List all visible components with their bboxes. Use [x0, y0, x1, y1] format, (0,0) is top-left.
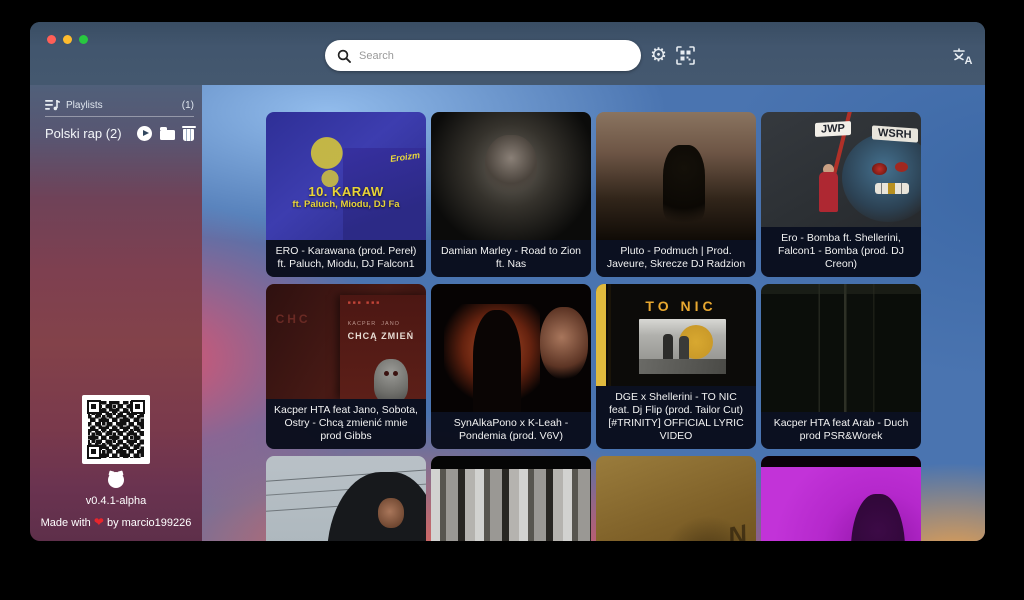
video-card[interactable]: SynAlkaPono x K-Leah - Pondemia (prod. V…: [431, 284, 591, 449]
close-window-button[interactable]: [47, 35, 56, 44]
playlists-label: Playlists: [66, 100, 176, 111]
video-grid: Eroizm 10. KARAW ft. Paluch, Miodu, DJ F…: [266, 112, 921, 541]
video-thumbnail[interactable]: [431, 456, 591, 541]
video-thumbnail[interactable]: CHC ■■■ ■■■ KACPER JANO CHCĄ ZMIEŃ: [266, 284, 426, 399]
video-thumbnail[interactable]: [431, 112, 591, 240]
video-card[interactable]: Eroizm 10. KARAW ft. Paluch, Miodu, DJ F…: [266, 112, 426, 277]
video-title: Kacper HTA feat Jano, Sobota, Ostry - Ch…: [266, 399, 426, 449]
video-title: SynAlkaPono x K-Leah - Pondemia (prod. V…: [431, 412, 591, 449]
video-thumbnail[interactable]: JWP WSRH: [761, 112, 921, 227]
playlists-header: Playlists (1): [45, 99, 194, 117]
video-thumbnail[interactable]: [266, 456, 426, 541]
video-card[interactable]: [266, 456, 426, 541]
open-folder-button[interactable]: [160, 130, 175, 140]
qr-scan-icon: [676, 46, 695, 65]
titlebar: ⚙: [30, 22, 985, 85]
video-card[interactable]: [431, 456, 591, 541]
video-grid-area: Eroizm 10. KARAW ft. Paluch, Miodu, DJ F…: [202, 85, 985, 541]
language-switcher-button[interactable]: A: [952, 47, 974, 72]
app-window: ⚙: [30, 22, 985, 541]
video-title: DGE x Shellerini - TO NIC feat. Dj Flip …: [596, 386, 756, 449]
window-controls: [47, 35, 88, 44]
video-card[interactable]: TO NIC DGE x Shellerini - TO NIC feat. D…: [596, 284, 756, 449]
video-thumbnail[interactable]: TO NIC: [596, 284, 756, 386]
playlist-item[interactable]: Polski rap (2): [45, 126, 194, 141]
translate-icon: A: [952, 47, 974, 67]
playlist-icon: [45, 99, 60, 111]
heart-icon: ❤: [94, 515, 104, 529]
qr-scan-button[interactable]: [676, 46, 695, 65]
video-card[interactable]: CHC ■■■ ■■■ KACPER JANO CHCĄ ZMIEŃ Kacpe…: [266, 284, 426, 449]
video-title: Ero - Bomba ft. Shellerini, Falcon1 - Bo…: [761, 227, 921, 277]
video-title: Kacper HTA feat Arab - Duch prod PSR&Wor…: [761, 412, 921, 449]
credit-line: Made with ❤ by marcio199226: [41, 515, 192, 529]
search-icon: [337, 49, 351, 63]
video-card[interactable]: N: [596, 456, 756, 541]
video-title: ERO - Karawana (prod. Pereł) ft. Paluch,…: [266, 240, 426, 277]
video-title: Damian Marley - Road to Zion ft. Nas: [431, 240, 591, 277]
playlists-count: (1): [182, 100, 194, 111]
video-thumbnail[interactable]: [761, 284, 921, 412]
video-thumbnail[interactable]: [761, 456, 921, 541]
search-bar[interactable]: [325, 40, 641, 71]
delete-playlist-button[interactable]: [183, 129, 194, 141]
video-thumbnail[interactable]: N: [596, 456, 756, 541]
svg-text:A: A: [965, 55, 973, 67]
settings-button[interactable]: ⚙: [650, 46, 667, 65]
playlist-name[interactable]: Polski rap (2): [45, 126, 137, 141]
video-card[interactable]: [761, 456, 921, 541]
zoom-window-button[interactable]: [79, 35, 88, 44]
video-card[interactable]: JWP WSRH Ero - Bomba ft. Shellerini, Fal…: [761, 112, 921, 277]
qr-code: [82, 395, 150, 464]
video-thumbnail[interactable]: [431, 284, 591, 412]
video-card[interactable]: Pluto - Podmuch | Prod. Javeure, Skrecze…: [596, 112, 756, 277]
minimize-window-button[interactable]: [63, 35, 72, 44]
video-card[interactable]: Kacper HTA feat Arab - Duch prod PSR&Wor…: [761, 284, 921, 449]
album-art: ■■■ ■■■ KACPER JANO CHCĄ ZMIEŃ: [340, 295, 426, 398]
video-title: Pluto - Podmuch | Prod. Javeure, Skrecze…: [596, 240, 756, 277]
video-thumbnail[interactable]: Eroizm 10. KARAW ft. Paluch, Miodu, DJ F…: [266, 112, 426, 240]
search-input[interactable]: [359, 50, 629, 62]
video-thumbnail[interactable]: [596, 112, 756, 240]
video-card[interactable]: Damian Marley - Road to Zion ft. Nas: [431, 112, 591, 277]
gear-icon: ⚙: [650, 46, 667, 65]
sidebar-footer: v0.4.1-alpha Made with ❤ by marcio199226: [38, 395, 194, 529]
sidebar: Playlists (1) Polski rap (2): [30, 85, 202, 541]
github-icon[interactable]: [108, 472, 124, 488]
app-version: v0.4.1-alpha: [86, 495, 147, 507]
play-playlist-button[interactable]: [137, 126, 152, 141]
